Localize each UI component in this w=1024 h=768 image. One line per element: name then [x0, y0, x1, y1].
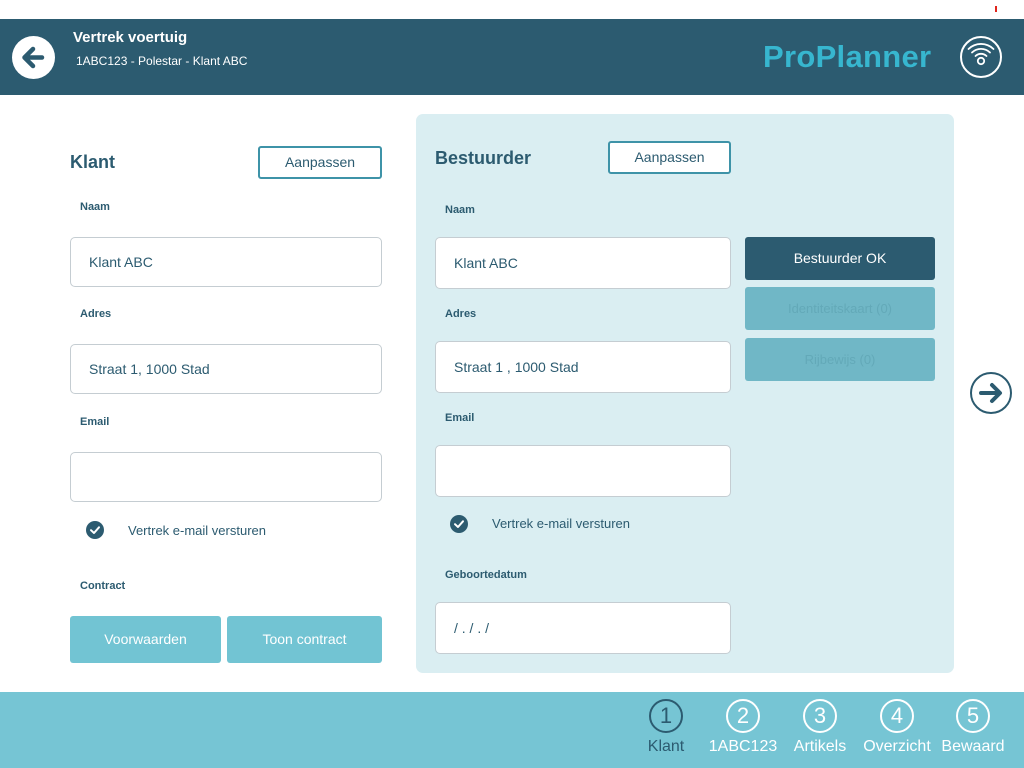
bestuurder-panel: [416, 114, 954, 673]
battery-indicator: [995, 6, 997, 12]
id-card-button: Identiteitskaart (0): [745, 287, 935, 330]
step-number: 2: [726, 699, 760, 733]
step-klant[interactable]: 1 Klant: [626, 699, 706, 756]
bestuurder-address-field[interactable]: Straat 1 , 1000 Stad: [435, 341, 731, 393]
step-number: 3: [803, 699, 837, 733]
back-arrow-icon: [22, 46, 45, 69]
step-artikels[interactable]: 3 Artikels: [780, 699, 860, 756]
license-button: Rijbewijs (0): [745, 338, 935, 381]
bestuurder-title: Bestuurder: [435, 148, 532, 168]
klant-email-label: Email: [80, 416, 110, 428]
bestuurder-address-label: Adres: [445, 308, 477, 320]
step-number: 5: [956, 699, 990, 733]
bestuurder-name-field[interactable]: Klant ABC: [435, 237, 731, 289]
wifi-icon: [967, 43, 995, 66]
birthdate-field[interactable]: / . / . /: [435, 602, 731, 654]
step-label: Bewaard: [941, 738, 1005, 755]
step-vehicle[interactable]: 2 1ABC123: [703, 699, 783, 756]
klant-edit-button[interactable]: Aanpassen: [258, 146, 382, 179]
step-label: Klant: [647, 738, 685, 755]
klant-name-field[interactable]: Klant ABC: [70, 237, 382, 287]
klant-send-mail-checkbox[interactable]: [86, 521, 104, 539]
next-button[interactable]: [970, 372, 1012, 414]
step-overzicht[interactable]: 4 Overzicht: [857, 699, 937, 756]
klant-title: Klant: [70, 152, 115, 172]
step-label: Overzicht: [863, 738, 931, 755]
driver-ok-button[interactable]: Bestuurder OK: [745, 237, 935, 280]
show-contract-button[interactable]: Toon contract: [227, 616, 382, 663]
bestuurder-name-label: Naam: [445, 204, 475, 216]
vertrek-voertuig-screen: Vertrek voertuig 1ABC123 - Polestar - Kl…: [0, 0, 1024, 768]
step-number: 4: [880, 699, 914, 733]
page-title: Vertrek voertuig: [73, 29, 188, 46]
step-number: 1: [649, 699, 683, 733]
app-logo: ProPlanner: [763, 39, 932, 74]
bestuurder-send-mail-checkbox[interactable]: [450, 515, 468, 533]
step-label: 1ABC123: [708, 738, 778, 755]
checkmark-icon: [454, 520, 464, 528]
klant-name-label: Naam: [80, 201, 110, 213]
header-bar: Vertrek voertuig 1ABC123 - Polestar - Kl…: [0, 19, 1024, 95]
bestuurder-email-field[interactable]: [435, 445, 731, 497]
checkmark-icon: [90, 526, 100, 534]
klant-email-field[interactable]: [70, 452, 382, 502]
klant-send-mail-label: Vertrek e-mail versturen: [128, 523, 266, 538]
step-bewaard[interactable]: 5 Bewaard: [933, 699, 1013, 756]
bestuurder-send-mail-label: Vertrek e-mail versturen: [492, 516, 630, 531]
bestuurder-email-label: Email: [445, 412, 475, 424]
status-bar: [0, 0, 1024, 19]
bestuurder-edit-button[interactable]: Aanpassen: [608, 141, 731, 174]
birthdate-label: Geboortedatum: [445, 569, 527, 581]
logo-badge: [960, 36, 1002, 78]
klant-address-field[interactable]: Straat 1, 1000 Stad: [70, 344, 382, 394]
page-subtitle: 1ABC123 - Polestar - Klant ABC: [76, 54, 248, 68]
contract-label: Contract: [80, 580, 126, 592]
back-button[interactable]: [12, 36, 55, 79]
terms-button[interactable]: Voorwaarden: [70, 616, 221, 663]
arrow-right-circle-icon: [979, 383, 1002, 403]
klant-address-label: Adres: [80, 308, 112, 320]
step-label: Artikels: [793, 738, 847, 755]
